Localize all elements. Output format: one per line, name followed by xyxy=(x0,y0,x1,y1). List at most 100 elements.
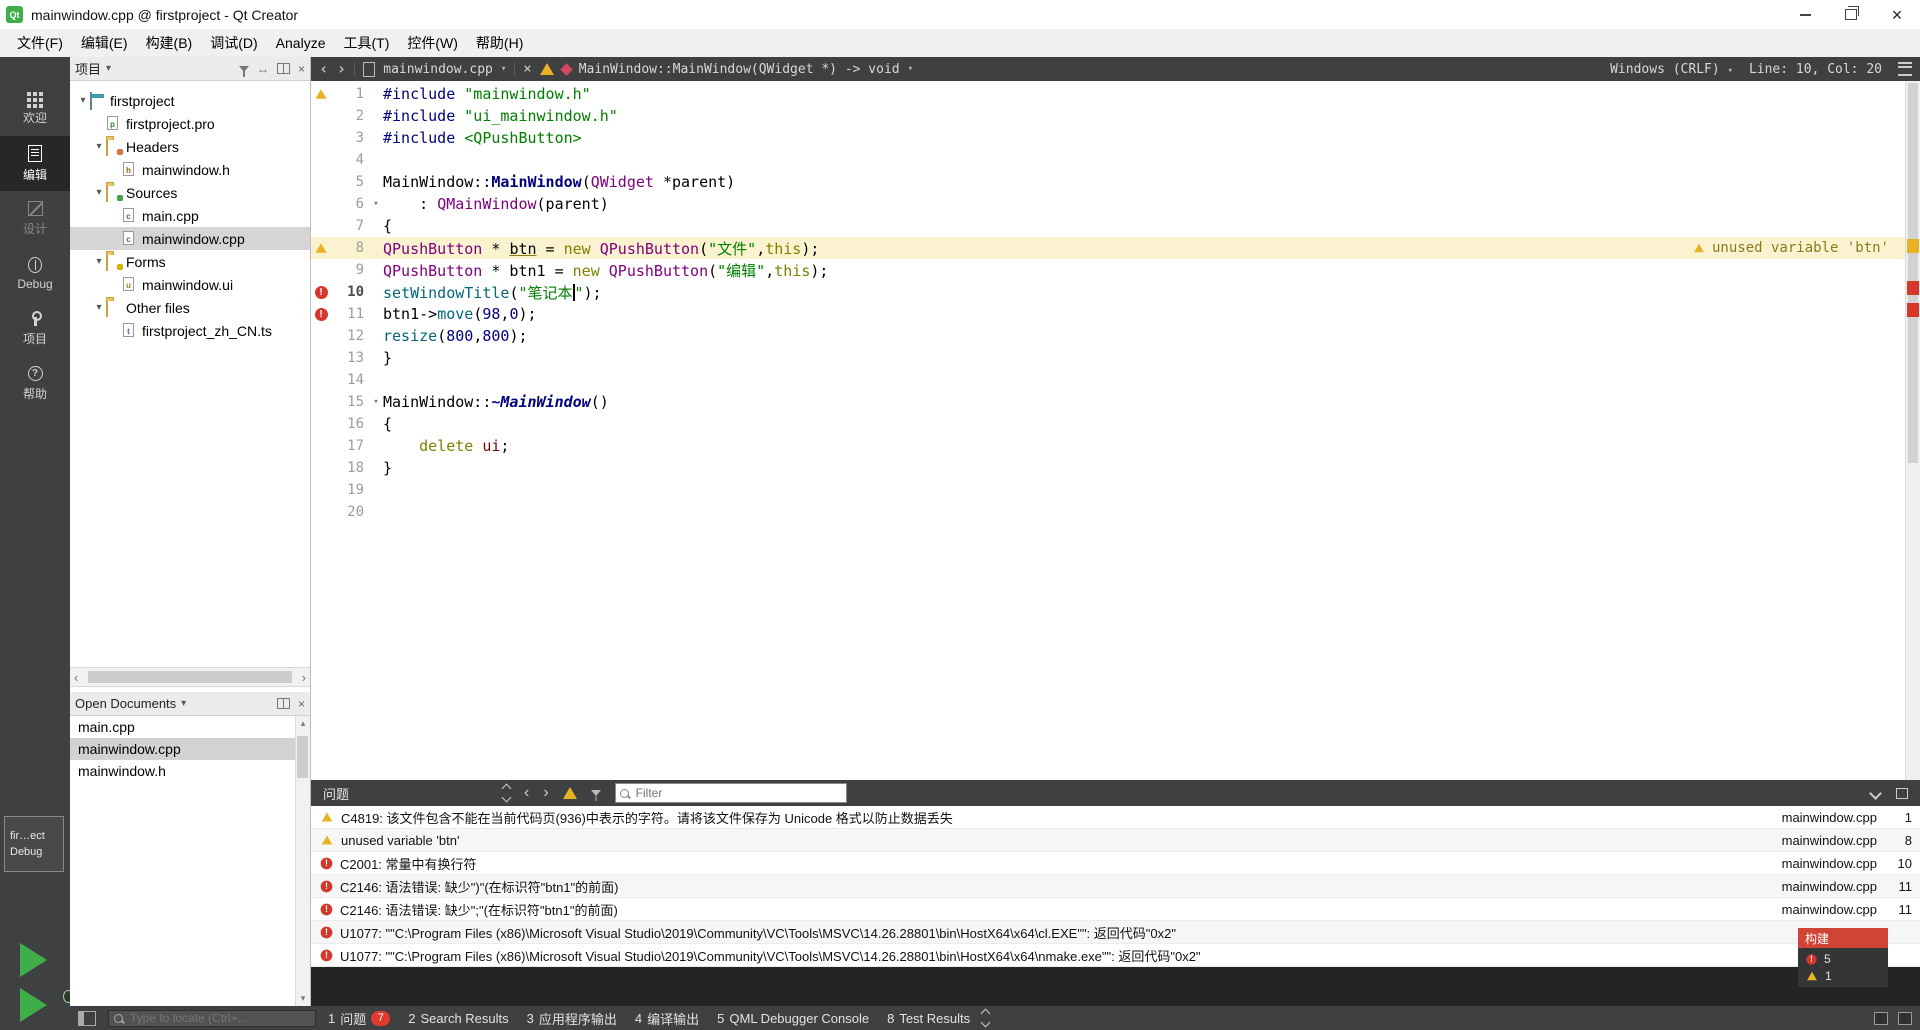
sync-with-editor-icon[interactable]: ↔ xyxy=(257,62,269,76)
maximize-button[interactable] xyxy=(1828,0,1874,29)
editor-menu-icon[interactable] xyxy=(1898,62,1912,76)
open-document-mainwindow.h[interactable]: mainwindow.h xyxy=(70,760,310,782)
output-pane-Test Results[interactable]: 8 Test Results xyxy=(887,1011,970,1026)
filter-icon[interactable] xyxy=(238,65,249,77)
menu-item-Analyze[interactable]: Analyze xyxy=(267,29,335,57)
split-icon[interactable] xyxy=(276,63,290,74)
output-pane-Search Results[interactable]: 2 Search Results xyxy=(408,1011,508,1026)
open-file-name[interactable]: mainwindow.cpp xyxy=(383,62,493,77)
sidebar-mode-编辑[interactable]: 编辑 xyxy=(0,136,70,191)
menu-item-构建(B)[interactable]: 构建(B) xyxy=(137,29,202,57)
error-mark[interactable] xyxy=(1907,281,1919,295)
code-line-2[interactable]: 2 #include "ui_mainwindow.h" xyxy=(311,105,1905,127)
code-line-3[interactable]: 3 #include <QPushButton> xyxy=(311,127,1905,149)
project-pane-hscrollbar[interactable]: ‹ › xyxy=(70,667,310,687)
toggle-sidebar-icon[interactable] xyxy=(78,1010,96,1026)
kit-target-selector[interactable]: fir…ect Debug xyxy=(4,816,64,872)
menu-item-帮助(H)[interactable]: 帮助(H) xyxy=(467,29,532,57)
code-line-14[interactable]: 14 xyxy=(311,369,1905,391)
output-pane-QML Debugger Console[interactable]: 5 QML Debugger Console xyxy=(717,1011,869,1026)
output-pane-arrows-icon[interactable] xyxy=(980,1008,991,1028)
forward-icon[interactable]: › xyxy=(337,61,347,77)
close-pane-icon[interactable]: × xyxy=(298,62,305,76)
sidebar-mode-欢迎[interactable]: 欢迎 xyxy=(0,81,70,136)
vscroll-thumb[interactable] xyxy=(1908,83,1918,463)
output-pane-应用程序输出[interactable]: 3 应用程序输出 xyxy=(527,1009,617,1028)
split-icon[interactable] xyxy=(276,698,290,709)
output-pane-问题[interactable]: 1 问题 7 xyxy=(328,1009,391,1028)
code-line-7[interactable]: 7{ xyxy=(311,215,1905,237)
sidebar-mode-项目[interactable]: 项目 xyxy=(0,301,70,356)
chevron-down-icon[interactable]: ▾ xyxy=(76,95,90,106)
code-line-16[interactable]: 16 { xyxy=(311,413,1905,435)
scroll-down-icon[interactable]: ▾ xyxy=(301,993,306,1004)
scroll-right-icon[interactable]: › xyxy=(302,670,306,685)
issue-row[interactable]: C2146: 语法错误: 缺少")"(在标识符"btn1"的前面) mainwin… xyxy=(311,875,1920,898)
code-line-5[interactable]: 5 MainWindow::MainWindow(QWidget *parent) xyxy=(311,171,1905,193)
code-line-15[interactable]: 15 ▾ MainWindow::~MainWindow() xyxy=(311,391,1905,413)
issue-row[interactable]: unused variable 'btn' mainwindow.cpp 8 xyxy=(311,829,1920,852)
open-document-mainwindow.cpp[interactable]: mainwindow.cpp xyxy=(70,738,310,760)
code-line-19[interactable]: 19 xyxy=(311,479,1905,501)
sidebar-mode-帮助[interactable]: 帮助 xyxy=(0,356,70,411)
menu-item-控件(W)[interactable]: 控件(W) xyxy=(398,29,467,57)
code-line-4[interactable]: 4 xyxy=(311,149,1905,171)
code-line-13[interactable]: 13} xyxy=(311,347,1905,369)
code-editor[interactable]: 1 #include "mainwindow.h" 2 #include "ui_ma… xyxy=(311,81,1905,780)
chevron-down-icon[interactable]: ▾ xyxy=(92,256,106,267)
close-pane-icon[interactable]: × xyxy=(298,697,305,711)
tree-item-firstproject.pro[interactable]: p firstproject.pro xyxy=(70,112,310,135)
issue-row[interactable]: C2001: 常量中有换行符 mainwindow.cpp 10 xyxy=(311,852,1920,875)
show-warnings-icon[interactable] xyxy=(562,787,577,799)
debug-run-button[interactable] xyxy=(20,988,74,1022)
statusbar-corner-icon[interactable] xyxy=(1898,1011,1912,1025)
back-icon[interactable]: ‹ xyxy=(319,61,329,77)
line-ending-selector[interactable]: Windows (CRLF) ▾ xyxy=(1610,62,1733,77)
run-button[interactable] xyxy=(20,943,47,977)
chevron-down-icon[interactable]: ▾ xyxy=(908,64,913,74)
tree-item-mainwindow.cpp[interactable]: c mainwindow.cpp xyxy=(70,227,310,250)
code-line-17[interactable]: 17 delete ui; xyxy=(311,435,1905,457)
minimize-button[interactable] xyxy=(1782,0,1828,29)
issue-row[interactable]: C2146: 语法错误: 缺少";"(在标识符"btn1"的前面) mainwin… xyxy=(311,898,1920,921)
minimize-panel-icon[interactable] xyxy=(1869,786,1882,800)
editor-vscrollbar[interactable] xyxy=(1905,81,1920,780)
tree-item-mainwindow.h[interactable]: h mainwindow.h xyxy=(70,158,310,181)
issues-filter-input[interactable] xyxy=(633,785,842,801)
code-line-11[interactable]: 11 btn1->move(98,0); xyxy=(311,303,1905,325)
sidebar-mode-Debug[interactable]: Debug xyxy=(0,246,70,301)
code-line-9[interactable]: 9 QPushButton * btn1 = new QPushButton("编… xyxy=(311,259,1905,281)
code-line-12[interactable]: 12 resize(800,800); xyxy=(311,325,1905,347)
hscroll-thumb[interactable] xyxy=(88,671,292,683)
menu-item-调试(D)[interactable]: 调试(D) xyxy=(201,29,266,57)
chevron-down-icon[interactable]: ▾ xyxy=(92,141,106,152)
code-line-8[interactable]: 8 QPushButton * btn = new QPushButton("文件… xyxy=(311,237,1905,259)
scroll-up-icon[interactable]: ▴ xyxy=(301,718,306,729)
tree-item-firstproject[interactable]: ▾ firstproject xyxy=(70,89,310,112)
warning-mark[interactable] xyxy=(1907,239,1919,253)
issue-row[interactable]: U1077: ""C:\Program Files (x86)\Microsof… xyxy=(311,921,1920,944)
close-document-icon[interactable]: × xyxy=(523,61,531,77)
previous-item-icon[interactable]: ‹ xyxy=(524,785,529,801)
menu-item-工具(T)[interactable]: 工具(T) xyxy=(334,29,398,57)
maximize-panel-icon[interactable] xyxy=(1896,787,1908,799)
vscroll-thumb[interactable] xyxy=(297,736,308,778)
error-mark[interactable] xyxy=(1907,303,1919,317)
menu-item-文件(F)[interactable]: 文件(F) xyxy=(8,29,72,57)
code-line-20[interactable]: 20 xyxy=(311,501,1905,523)
code-line-6[interactable]: 6 ▾ : QMainWindow(parent) xyxy=(311,193,1905,215)
code-line-10[interactable]: 10 setWindowTitle("笔记本"); xyxy=(311,281,1905,303)
open-document-main.cpp[interactable]: main.cpp xyxy=(70,716,310,738)
tree-item-firstproject_zh_CN.ts[interactable]: t firstproject_zh_CN.ts xyxy=(70,319,310,342)
next-item-icon[interactable]: › xyxy=(543,785,548,801)
chevron-down-icon[interactable]: ▾ xyxy=(106,63,111,74)
code-line-1[interactable]: 1 #include "mainwindow.h" xyxy=(311,83,1905,105)
close-button[interactable]: × xyxy=(1874,0,1920,29)
code-line-18[interactable]: 18} xyxy=(311,457,1905,479)
build-progress-popup[interactable]: 构建 5 1 xyxy=(1798,928,1888,987)
output-pane-编译输出[interactable]: 4 编译输出 xyxy=(635,1009,699,1028)
chevron-down-icon[interactable]: ▾ xyxy=(501,64,506,74)
tree-item-main.cpp[interactable]: c main.cpp xyxy=(70,204,310,227)
chevron-down-icon[interactable]: ▾ xyxy=(181,698,186,709)
locator-input[interactable] xyxy=(128,1010,310,1026)
